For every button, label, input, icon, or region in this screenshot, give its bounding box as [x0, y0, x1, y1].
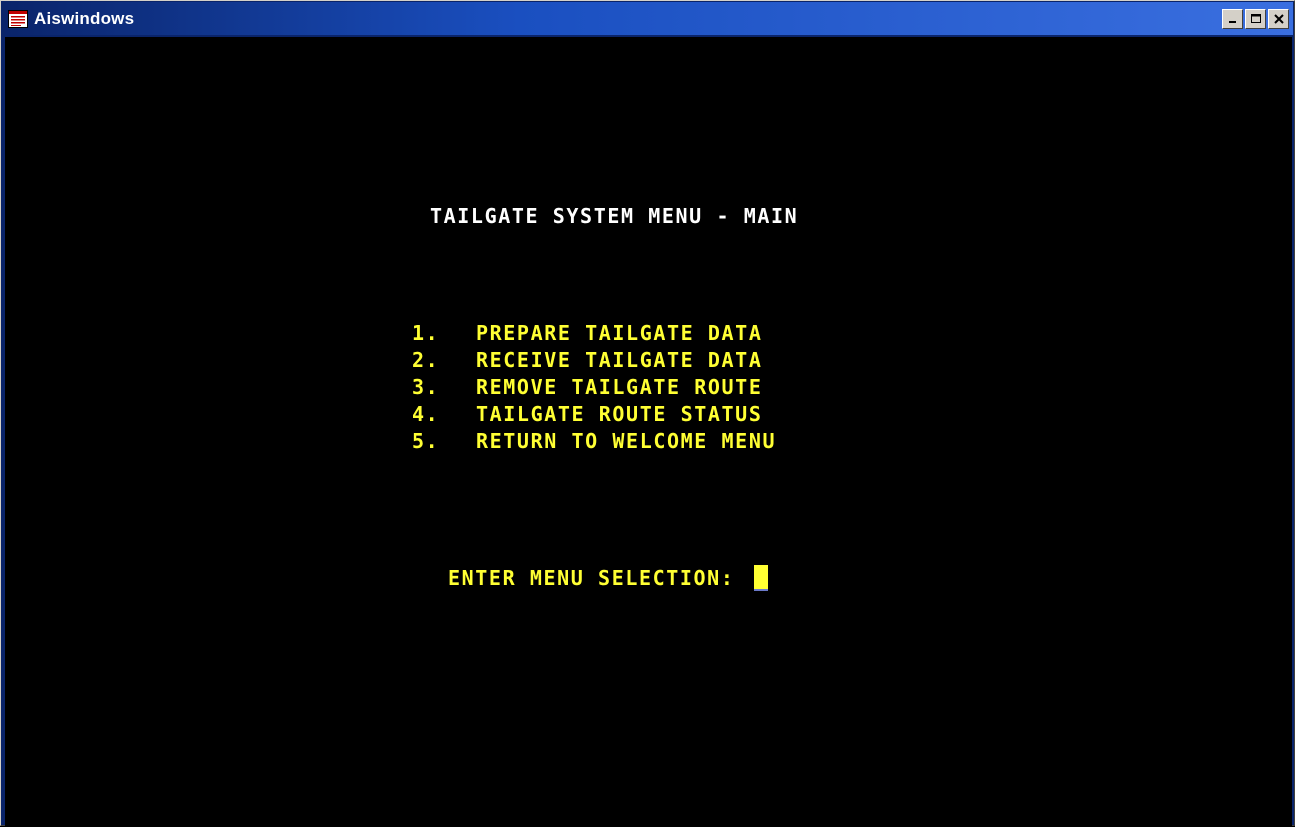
window-controls — [1222, 9, 1289, 29]
terminal-screen[interactable]: TAILGATE SYSTEM MENU - MAIN 1. PREPARE TA… — [5, 37, 1292, 827]
title-bar[interactable]: Aiswindows — [2, 2, 1293, 35]
minimize-button[interactable] — [1222, 9, 1243, 29]
menu-item-tailgate-route-status[interactable]: 4. TAILGATE ROUTE STATUS — [412, 401, 776, 428]
close-button[interactable] — [1268, 9, 1289, 29]
menu-item-label: TAILGATE ROUTE STATUS — [476, 402, 763, 426]
menu-item-label: RECEIVE TAILGATE DATA — [476, 348, 763, 372]
maximize-button[interactable] — [1245, 9, 1266, 29]
window-title: Aiswindows — [34, 8, 135, 28]
menu-item-number: 2. — [412, 348, 440, 372]
menu-item-number: 1. — [412, 321, 440, 345]
menu-item-number: 4. — [412, 402, 440, 426]
menu-item-number: 3. — [412, 375, 440, 399]
menu-item-receive-tailgate-data[interactable]: 2. RECEIVE TAILGATE DATA — [412, 347, 776, 374]
prompt-label: ENTER MENU SELECTION: — [448, 566, 735, 590]
menu-selection-input[interactable] — [754, 565, 769, 591]
menu-item-remove-tailgate-route[interactable]: 3. REMOVE TAILGATE ROUTE — [412, 374, 776, 401]
app-window-icon[interactable] — [8, 9, 28, 28]
application-window: Aiswindows TAILGATE SYSTEM MENU - MAIN 1… — [0, 0, 1295, 827]
menu-selection-prompt: ENTER MENU SELECTION: — [448, 565, 769, 591]
minimize-icon — [1228, 21, 1236, 23]
menu-item-return-to-welcome-menu[interactable]: 5. RETURN TO WELCOME MENU — [412, 428, 776, 455]
menu-item-label: REMOVE TAILGATE ROUTE — [476, 375, 763, 399]
menu-title: TAILGATE SYSTEM MENU - MAIN — [430, 204, 799, 228]
menu-item-number: 5. — [412, 429, 440, 453]
menu-item-label: PREPARE TAILGATE DATA — [476, 321, 763, 345]
close-icon — [1273, 14, 1284, 24]
maximize-icon — [1250, 14, 1261, 23]
menu-item-prepare-tailgate-data[interactable]: 1. PREPARE TAILGATE DATA — [412, 320, 776, 347]
menu-item-label: RETURN TO WELCOME MENU — [476, 429, 777, 453]
menu-list: 1. PREPARE TAILGATE DATA 2. RECEIVE TAILGA… — [412, 320, 776, 455]
